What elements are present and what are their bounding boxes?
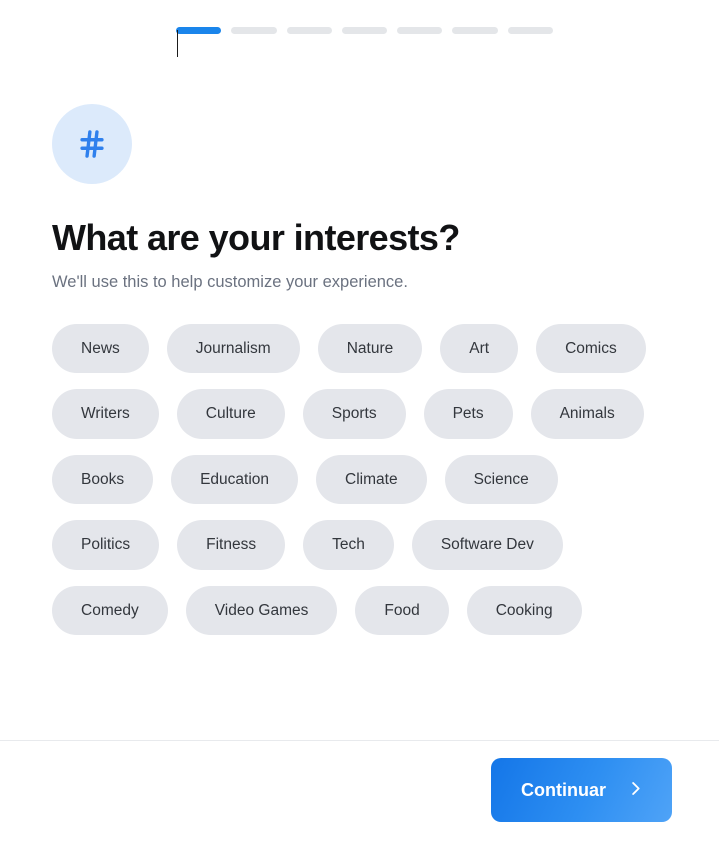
- interest-tag[interactable]: News: [52, 323, 149, 374]
- interest-tag[interactable]: Science: [444, 454, 558, 505]
- footer-bar: Continuar: [0, 740, 719, 852]
- interest-tag[interactable]: Fitness: [177, 520, 286, 570]
- interest-tag-list: News Journalism Nature Art Comics Writers Cult…: [52, 323, 672, 636]
- interest-tag[interactable]: Journalism: [166, 323, 300, 374]
- interest-tag[interactable]: Tech: [303, 520, 394, 570]
- page-title: What are your interests?: [52, 217, 460, 258]
- continue-button[interactable]: Continuar: [491, 757, 672, 822]
- interest-tag[interactable]: Books: [52, 454, 154, 505]
- interest-tag[interactable]: Sports: [302, 389, 406, 439]
- main-content: What are your interests? We'll use this …: [0, 0, 719, 740]
- interest-tag[interactable]: Art: [440, 323, 519, 374]
- interest-tag[interactable]: Video Games: [185, 585, 338, 636]
- page-subtitle: We'll use this to help customize your ex…: [52, 273, 408, 292]
- interest-tag[interactable]: Software Dev: [411, 520, 563, 570]
- continue-button-label: Continuar: [521, 779, 606, 800]
- interest-tag[interactable]: Comedy: [52, 585, 168, 636]
- interest-tag[interactable]: Food: [355, 585, 449, 636]
- onboarding-screen: What are your interests? We'll use this …: [0, 0, 719, 852]
- interest-tag[interactable]: Nature: [317, 323, 423, 374]
- interest-tag[interactable]: Writers: [52, 389, 159, 439]
- interest-tag[interactable]: Cooking: [466, 585, 582, 636]
- interest-tag[interactable]: Pets: [423, 389, 513, 439]
- interest-tag[interactable]: Comics: [536, 323, 646, 374]
- interest-tag[interactable]: Climate: [316, 454, 427, 505]
- interest-tag[interactable]: Culture: [176, 389, 285, 439]
- interest-tag[interactable]: Education: [171, 454, 299, 505]
- interest-tag[interactable]: Animals: [530, 389, 644, 439]
- hash-icon: [75, 127, 109, 161]
- hash-icon-badge: [52, 104, 132, 184]
- interest-tag[interactable]: Politics: [52, 520, 160, 570]
- chevron-right-icon: [626, 779, 645, 801]
